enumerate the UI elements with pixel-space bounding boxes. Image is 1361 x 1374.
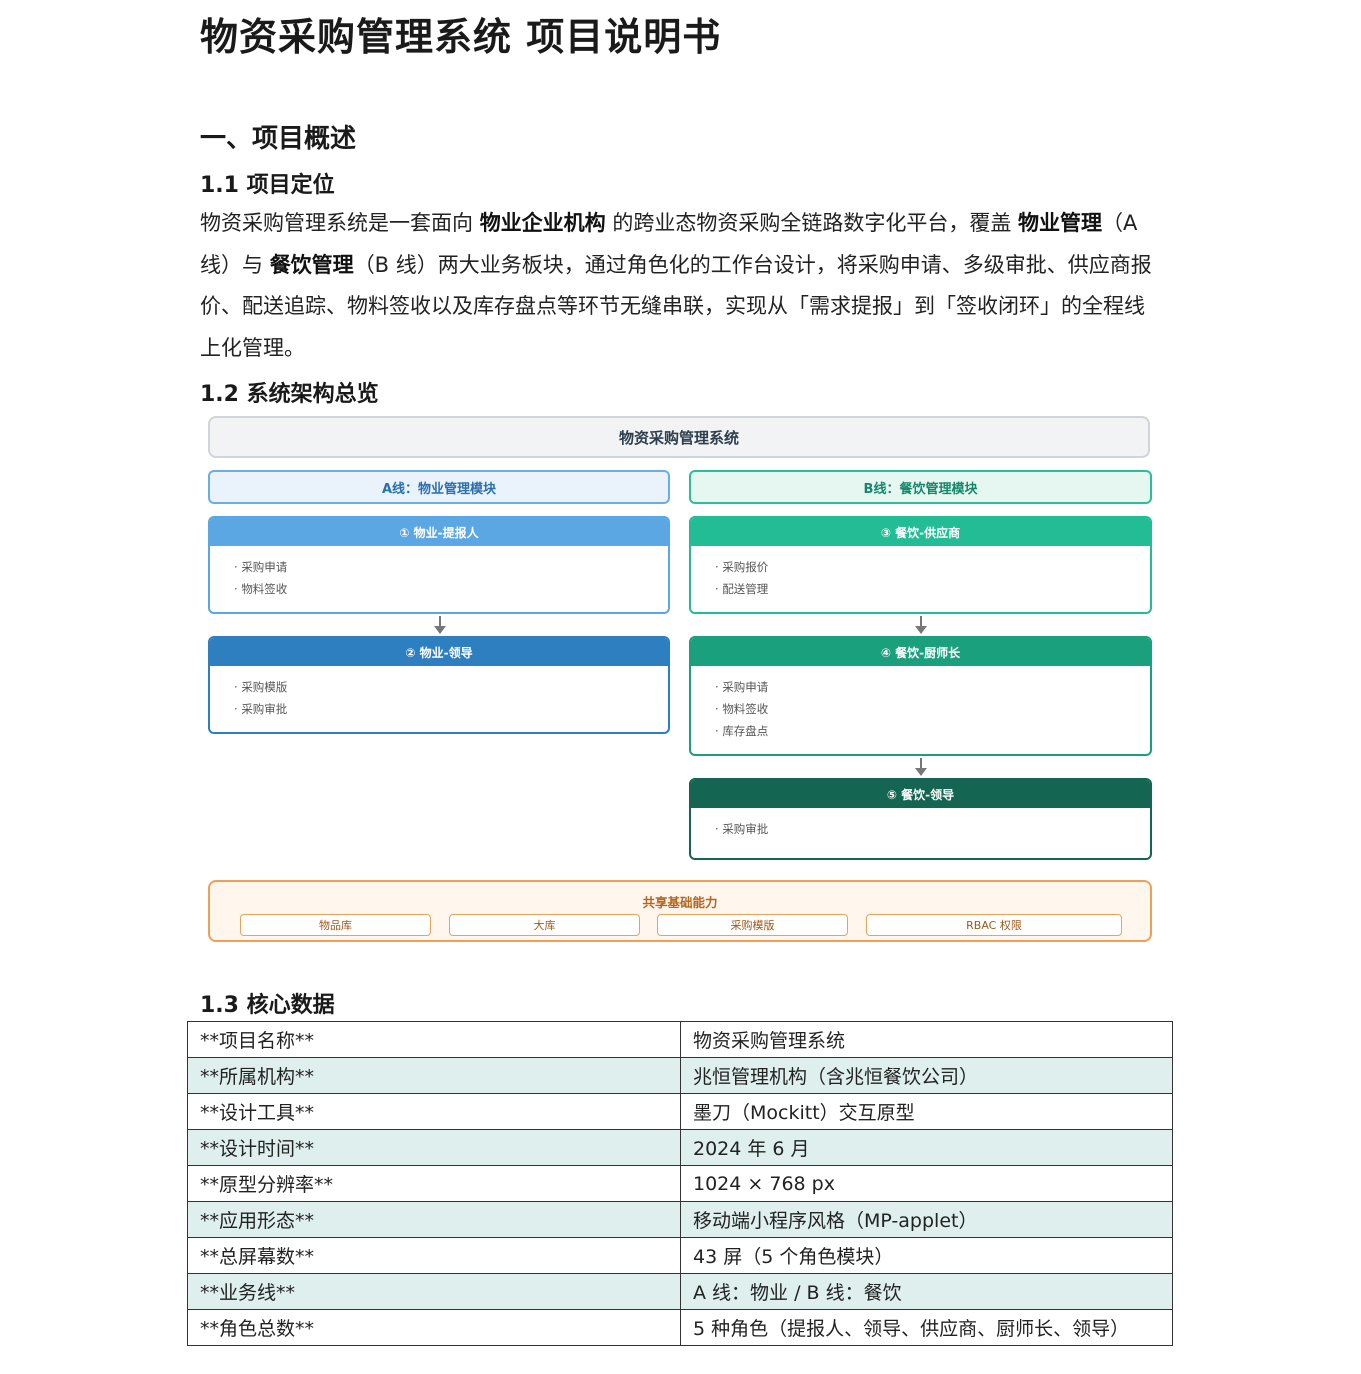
line-a-box: A线：物业管理模块 <box>208 470 670 504</box>
subheading-positioning: 1.1 项目定位 <box>200 173 335 198</box>
subheading-core-data: 1.3 核心数据 <box>200 993 335 1018</box>
role-item: 物料签收 <box>715 698 1150 720</box>
line-b-box: B线：餐饮管理模块 <box>689 470 1152 504</box>
table-key: **应用形态** <box>187 1201 681 1238</box>
table-row: **角色总数** 5 种角色（提报人、领导、供应商、厨师长、领导） <box>187 1309 1173 1346</box>
system-box: 物资采购管理系统 <box>208 416 1150 458</box>
role-card-title: ③ 餐饮-供应商 <box>691 518 1150 546</box>
table-value: A 线：物业 / B 线：餐饮 <box>680 1273 1173 1310</box>
document-title: 物资采购管理系统 项目说明书 <box>200 15 722 59</box>
chip-rbac: RBAC 权限 <box>866 914 1122 936</box>
table-value: 5 种角色（提报人、领导、供应商、厨师长、领导） <box>680 1309 1173 1346</box>
table-key: **项目名称** <box>187 1021 681 1058</box>
para-text: 的跨业态物资采购全链路数字化平台，覆盖 <box>605 211 1019 235</box>
table-value: 移动端小程序风格（MP-applet） <box>680 1201 1173 1238</box>
role-card-catering-supplier: ③ 餐饮-供应商 采购报价 配送管理 <box>689 516 1152 614</box>
role-item: 采购申请 <box>715 676 1150 698</box>
table-key: **所属机构** <box>187 1057 681 1094</box>
role-item: 采购申请 <box>234 556 668 578</box>
subheading-architecture: 1.2 系统架构总览 <box>200 382 379 407</box>
shared-capabilities-box: 共享基础能力 物品库 大库 采购模版 RBAC 权限 <box>208 880 1152 942</box>
flow-arrow <box>915 758 927 776</box>
table-row: **应用形态** 移动端小程序风格（MP-applet） <box>187 1201 1173 1238</box>
shared-title: 共享基础能力 <box>642 895 718 910</box>
table-key: **角色总数** <box>187 1309 681 1346</box>
table-value: 墨刀（Mockitt）交互原型 <box>680 1093 1173 1130</box>
table-row: **总屏幕数** 43 屏（5 个角色模块） <box>187 1237 1173 1274</box>
role-item: 采购审批 <box>234 698 668 720</box>
para-bold-catering: 餐饮管理 <box>269 252 354 277</box>
table-value: 物资采购管理系统 <box>680 1021 1173 1058</box>
core-data-table: **项目名称** 物资采购管理系统 **所属机构** 兆恒管理机构（含兆恒餐饮公司）… <box>187 1021 1173 1346</box>
table-value: 43 屏（5 个角色模块） <box>680 1237 1173 1274</box>
role-item: 采购审批 <box>715 818 1150 840</box>
role-card-property-reporter: ① 物业-提报人 采购申请 物料签收 <box>208 516 670 614</box>
role-card-title: ② 物业-领导 <box>210 638 668 666</box>
role-item: 库存盘点 <box>715 720 1150 742</box>
role-card-title: ① 物业-提报人 <box>210 518 668 546</box>
para-text: 物资采购管理系统是一套面向 <box>200 211 480 235</box>
section-heading-overview: 一、项目概述 <box>200 124 357 154</box>
table-row: **设计时间** 2024 年 6 月 <box>187 1129 1173 1166</box>
flow-arrow <box>434 616 446 634</box>
table-key: **总屏幕数** <box>187 1237 681 1274</box>
role-item: 采购模版 <box>234 676 668 698</box>
role-card-property-leader: ② 物业-领导 采购模版 采购审批 <box>208 636 670 734</box>
table-row: **原型分辨率** 1024 × 768 px <box>187 1165 1173 1202</box>
chip-warehouse: 大库 <box>449 914 640 936</box>
role-card-title: ④ 餐饮-厨师长 <box>691 638 1150 666</box>
role-item: 物料签收 <box>234 578 668 600</box>
role-card-catering-chef: ④ 餐饮-厨师长 采购申请 物料签收 库存盘点 <box>689 636 1152 756</box>
table-key: **设计时间** <box>187 1129 681 1166</box>
role-card-title: ⑤ 餐饮-领导 <box>691 780 1150 808</box>
table-key: **设计工具** <box>187 1093 681 1130</box>
table-row: **所属机构** 兆恒管理机构（含兆恒餐饮公司） <box>187 1057 1173 1094</box>
table-key: **业务线** <box>187 1273 681 1310</box>
table-row: **业务线** A 线：物业 / B 线：餐饮 <box>187 1273 1173 1310</box>
table-row: **设计工具** 墨刀（Mockitt）交互原型 <box>187 1093 1173 1130</box>
table-value: 兆恒管理机构（含兆恒餐饮公司） <box>680 1057 1173 1094</box>
table-value: 2024 年 6 月 <box>680 1129 1173 1166</box>
positioning-paragraph: 物资采购管理系统是一套面向 物业企业机构 的跨业态物资采购全链路数字化平台，覆盖… <box>200 203 1165 369</box>
para-bold-org: 物业企业机构 <box>479 211 606 235</box>
para-bold-property: 物业管理 <box>1018 211 1103 235</box>
chip-item-library: 物品库 <box>240 914 431 936</box>
role-item: 采购报价 <box>715 556 1150 578</box>
table-value: 1024 × 768 px <box>680 1165 1173 1202</box>
table-key: **原型分辨率** <box>187 1165 681 1202</box>
role-item: 配送管理 <box>715 578 1150 600</box>
table-row: **项目名称** 物资采购管理系统 <box>187 1021 1173 1058</box>
role-card-catering-leader: ⑤ 餐饮-领导 采购审批 <box>689 778 1152 860</box>
flow-arrow <box>915 616 927 634</box>
chip-template: 采购模版 <box>657 914 848 936</box>
